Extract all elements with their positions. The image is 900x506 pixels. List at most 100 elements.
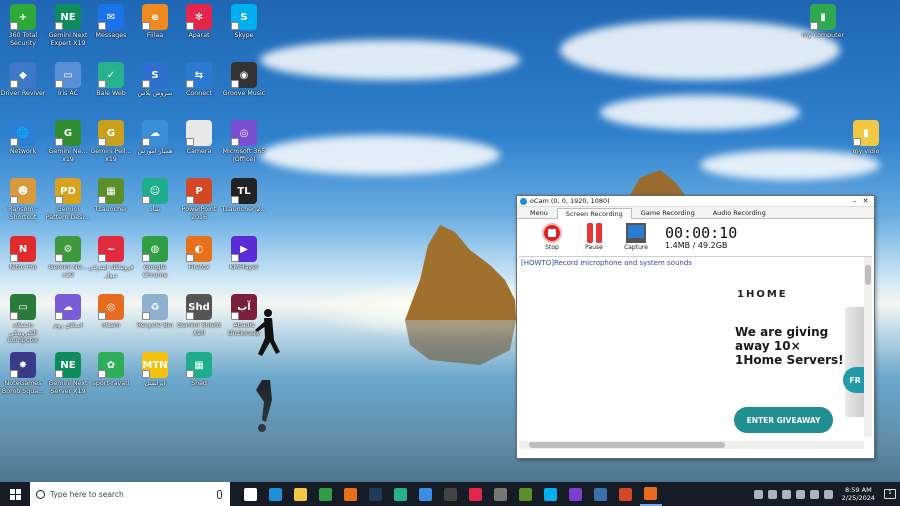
taskbar-app-button[interactable] <box>490 482 512 506</box>
desktop-shortcut[interactable]: ▮ my computer <box>800 2 846 58</box>
groove-music-icon: ◉ <box>231 62 257 88</box>
taskbar-app-button[interactable] <box>590 482 612 506</box>
desktop-shortcut[interactable]: ◆ Driver Reviver <box>0 60 46 116</box>
desktop-shortcut[interactable]: ◎ Microsoft 365 (Office) <box>221 118 267 174</box>
photoshop-icon <box>369 487 382 501</box>
desktop-shortcut[interactable]: ◍ Google Chrome <box>132 234 178 290</box>
capture-button[interactable]: Capture <box>615 223 657 251</box>
taskbar-app-button[interactable] <box>540 482 562 506</box>
desktop-shortcut[interactable]: ⚙ Gemini Ne... x19 <box>45 234 91 290</box>
notification-center-icon[interactable]: 1 <box>884 489 896 499</box>
desktop-shortcut[interactable]: NE Gemini Next Expert X19 <box>45 2 91 58</box>
desktop-shortcut[interactable]: ~ فروشگاه اینترنتی دیوار <box>88 234 134 290</box>
shortcut-label: Microsoft 365 (Office) <box>222 148 266 163</box>
tab-screen-recording[interactable]: Screen Recording <box>556 208 632 219</box>
desktop-shortcut[interactable]: ☺ شاد <box>132 176 178 232</box>
desktop-shortcut[interactable]: ◎ oCam <box>88 292 134 348</box>
taskbar-app-button[interactable] <box>240 482 262 506</box>
taskbar-app-button[interactable] <box>340 482 362 506</box>
desktop-shortcut[interactable]: G Gemini Pell... x19 <box>88 118 134 174</box>
desktop-shortcut[interactable]: 🌐 Network <box>0 118 46 174</box>
desktop-shortcut[interactable]: NE Gemini Next Server X19 <box>45 350 91 406</box>
desktop-shortcut[interactable]: Camera <box>176 118 222 174</box>
desktop-shortcut[interactable]: ☁ همیار آموزش <box>132 118 178 174</box>
gemini-pattern-icon: PD <box>55 178 81 204</box>
desktop-shortcut[interactable]: G Gemini Ne... x19 <box>45 118 91 174</box>
desktop-shortcut[interactable]: N Nitro Pro <box>0 234 46 290</box>
microphone-icon[interactable] <box>217 489 222 499</box>
pause-button[interactable]: Pause <box>573 223 615 251</box>
desktop-shortcut[interactable]: P PowerPoint 2016 <box>176 176 222 232</box>
shortcut-label: ایرانسل <box>144 380 166 387</box>
tab-game-recording[interactable]: Game Recording <box>632 207 704 218</box>
shortcut-arrow-icon <box>98 370 106 378</box>
minimize-icon[interactable]: – <box>849 197 860 205</box>
shortcut-arrow-icon <box>142 196 150 204</box>
taskbar-search[interactable]: Type here to search <box>30 482 230 506</box>
taskbar-app-button[interactable] <box>415 482 437 506</box>
advertisement[interactable]: 1HOME We are giving away 10× 1Home Serve… <box>717 277 867 447</box>
taskbar-app-button[interactable] <box>315 482 337 506</box>
desktop-shortcut[interactable]: ☻ Ransom - Shortcut <box>0 176 46 232</box>
taskbar-app-button[interactable] <box>515 482 537 506</box>
desktop-shortcut[interactable]: +360 Total Security <box>0 2 46 58</box>
taskbar-app-button[interactable] <box>390 482 412 506</box>
scroll-thumb[interactable] <box>865 265 871 285</box>
desktop-shortcut[interactable]: ▭ Iris AC <box>45 60 91 116</box>
desktop-shortcut[interactable]: ✻ Aparat <box>176 2 222 58</box>
close-icon[interactable]: ✕ <box>860 197 871 205</box>
taskbar-app-button[interactable] <box>615 482 637 506</box>
taskbar-app-button[interactable] <box>290 482 312 506</box>
desktop-shortcut[interactable]: S سروش پلاس <box>132 60 178 116</box>
language-icon[interactable] <box>823 489 833 499</box>
chevron-up-icon[interactable] <box>767 489 777 499</box>
desktop-shortcut[interactable]: Shd Gemini Shield X20 <box>176 292 222 348</box>
desktop-shortcut[interactable]: ✉ Messages <box>88 2 134 58</box>
tab-menu[interactable]: Menu <box>521 207 557 218</box>
desktop-shortcut[interactable]: آب Abadis Dictionary <box>221 292 267 348</box>
shortcut-label: Groove Music <box>222 90 266 97</box>
enter-giveaway-button[interactable]: ENTER GIVEAWAY <box>734 407 833 433</box>
recording-status: 00:00:10 1.4MB / 49.2GB <box>665 225 737 250</box>
desktop-shortcut[interactable]: ◐ Firefox <box>176 234 222 290</box>
desktop-shortcut[interactable]: ▮ my vidio <box>843 118 889 174</box>
desktop-shortcut[interactable]: ✿ sport-ravati <box>88 350 134 406</box>
desktop-shortcut[interactable]: ⇆ Connect <box>176 60 222 116</box>
desktop-shortcut[interactable]: ▭ دانشگاه الکترونیکی Computer <box>0 292 46 348</box>
desktop-shortcut[interactable]: ♻ Recycle Bin <box>132 292 178 348</box>
ocam-titlebar[interactable]: oCam (0, 0, 1920, 1080) – ✕ <box>517 196 874 207</box>
ocam-window[interactable]: oCam (0, 0, 1920, 1080) – ✕ Menu Screen … <box>516 195 875 459</box>
desktop-shortcut[interactable]: ◉ Groove Music <box>221 60 267 116</box>
vertical-scrollbar[interactable] <box>864 257 872 437</box>
desktop-shortcut[interactable]: PD Gemini Pattern Desi... <box>45 176 91 232</box>
taskbar-app-button[interactable] <box>265 482 287 506</box>
desktop-shortcut[interactable]: S Skype <box>221 2 267 58</box>
desktop-shortcut[interactable]: TL TLauncher 2... <box>221 176 267 232</box>
horizontal-scrollbar[interactable] <box>519 441 864 449</box>
volume-icon[interactable] <box>795 489 805 499</box>
start-button[interactable] <box>0 482 30 506</box>
desktop-shortcut[interactable]: e Fiilaa <box>132 2 178 58</box>
taskbar-app-button[interactable] <box>440 482 462 506</box>
desktop-shortcut[interactable]: ▶ KMPlayer <box>221 234 267 290</box>
desktop-shortcut[interactable]: ▦ TLauncher <box>88 176 134 232</box>
shad2-icon: ▦ <box>186 352 212 378</box>
people-icon[interactable] <box>753 489 763 499</box>
taskbar-app-button[interactable] <box>639 482 662 506</box>
desktop-shortcut[interactable]: ☁ اسکای روم <box>45 292 91 348</box>
taskbar-app-button[interactable] <box>365 482 387 506</box>
desktop-shortcut[interactable]: MTN ایرانسل <box>132 350 178 406</box>
desktop-shortcut[interactable]: ✓ Bale Web <box>88 60 134 116</box>
taskbar-app-button[interactable] <box>565 482 587 506</box>
clock[interactable]: 8:59 AM 2/25/2024 <box>842 486 875 502</box>
tab-audio-recording[interactable]: Audio Recording <box>704 207 775 218</box>
stop-button[interactable]: Stop <box>531 223 573 251</box>
battery-icon[interactable] <box>809 489 819 499</box>
desktop-shortcut[interactable]: ✸ NoteGames Bomb Squa... <box>0 350 46 406</box>
taskbar-app-button[interactable] <box>465 482 487 506</box>
howto-link[interactable]: [HOWTO]Record microphone and system soun… <box>519 257 872 269</box>
scroll-thumb[interactable] <box>529 442 725 448</box>
desktop-shortcut[interactable]: ▦ Shad <box>176 350 222 406</box>
gemini-pell-icon: G <box>98 120 124 146</box>
network-status-icon[interactable] <box>781 489 791 499</box>
